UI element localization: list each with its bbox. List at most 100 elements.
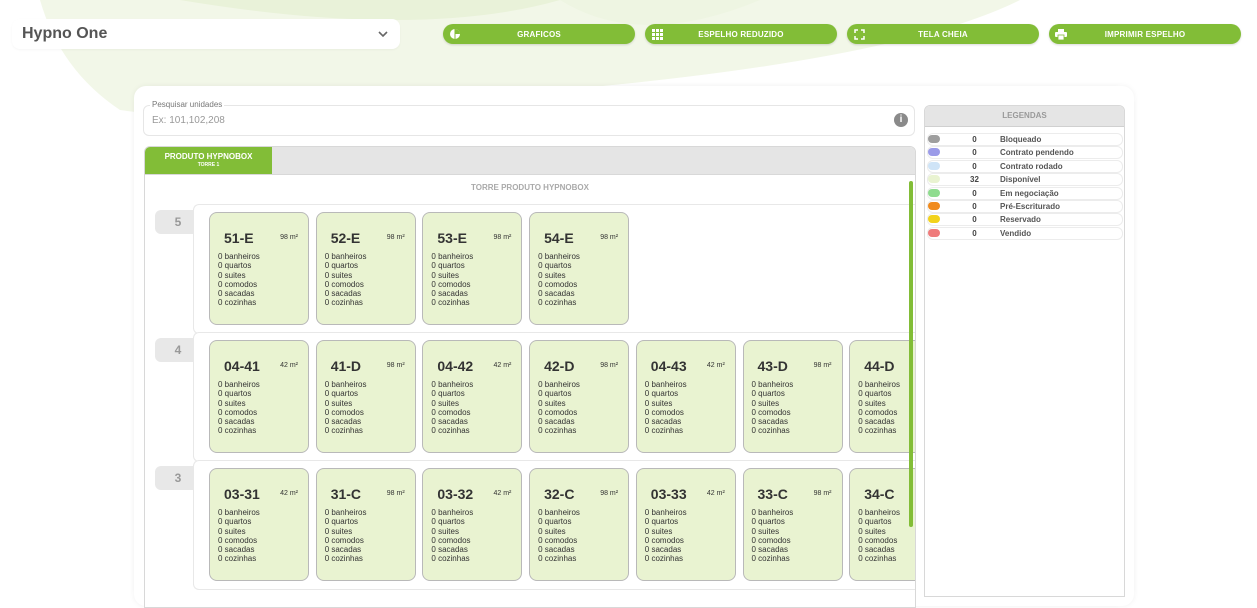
unit-spec: 0 comodos <box>751 407 791 417</box>
unit-card[interactable]: 41-D 98 m² 0 banheiros 0 quartos 0 suites 0 c… <box>315 340 416 453</box>
unit-spec: 0 comodos <box>644 407 684 417</box>
unit-card[interactable]: 54-E 98 m² 0 banheiros 0 quartos 0 suites 0 c… <box>529 212 630 325</box>
unit-spec: 0 quartos <box>218 261 252 271</box>
unit-spec: 0 comodos <box>538 535 578 545</box>
unit-spec: 0 cozinhas <box>324 426 363 436</box>
unit-area: 98 m² <box>813 490 832 497</box>
fullscreen-icon <box>853 28 865 40</box>
unit-spec: 0 sacadas <box>858 417 895 427</box>
project-selector[interactable]: Hypno One <box>12 19 400 49</box>
tela-cheia-button[interactable]: TELA CHEIA <box>847 24 1039 44</box>
unit-spec: 0 comodos <box>324 535 364 545</box>
unit-card[interactable]: 42-D 98 m² 0 banheiros 0 quartos 0 suites 0 c… <box>529 340 630 453</box>
unit-code: 42-D <box>544 358 575 374</box>
espelho-reduzido-button[interactable]: ESPELHO REDUZIDO <box>645 24 837 44</box>
printer-icon <box>1055 28 1067 40</box>
unit-spec: 0 suites <box>324 526 353 536</box>
unit-specs: 0 banheiros 0 quartos 0 suites 0 comodos 0 s… <box>752 508 794 564</box>
search-label: Pesquisar unidades <box>150 100 225 109</box>
unit-card[interactable]: 04-41 42 m² 0 banheiros 0 quartos 0 suites 0 … <box>209 340 309 453</box>
unit-code: 33-C <box>757 486 788 502</box>
unit-card[interactable]: 53-E 98 m² 0 banheiros 0 quartos 0 suites 0 c… <box>422 212 523 325</box>
legend-count: 0 <box>972 202 977 211</box>
unit-spec: 0 suites <box>538 270 566 280</box>
info-icon[interactable]: i <box>894 113 908 127</box>
unit-spec: 0 comodos <box>858 407 898 417</box>
tab-subtitle: TORRE 1 <box>197 162 220 168</box>
tab-produto-hypnobox[interactable]: PRODUTO HYPNOBOX TORRE 1 <box>145 147 272 174</box>
search-input[interactable] <box>152 115 852 126</box>
unit-spec: 0 sacadas <box>538 545 575 555</box>
status-color-swatch <box>928 161 940 170</box>
unit-card[interactable]: 43-D 98 m² 0 banheiros 0 quartos 0 suites 0 c… <box>742 340 843 453</box>
unit-area: 98 m² <box>493 234 512 241</box>
unit-spec: 0 cozinhas <box>538 426 577 436</box>
unit-area: 98 m² <box>386 234 405 241</box>
legend-count: 0 <box>972 148 977 158</box>
legend-count: 32 <box>970 175 979 185</box>
unit-code: 03-31 <box>224 486 260 502</box>
unit-spec: 0 cozinhas <box>218 554 257 564</box>
search-field[interactable]: Pesquisar unidades i <box>143 100 915 136</box>
unit-area: 98 m² <box>386 490 405 497</box>
unit-code: 41-D <box>330 358 362 374</box>
unit-card[interactable]: 33-C 98 m² 0 banheiros 0 quartos 0 suites 0 c… <box>742 468 843 581</box>
unit-code: 04-41 <box>224 358 260 374</box>
unit-spec: 0 banheiros <box>218 252 260 261</box>
unit-specs: 0 banheiros 0 quartos 0 suites 0 comodos 0 s… <box>325 508 367 564</box>
unit-card[interactable]: 04-42 42 m² 0 banheiros 0 quartos 0 suites 0 … <box>422 340 523 453</box>
imprimir-espelho-button[interactable]: IMPRIMIR ESPELHO <box>1049 24 1241 44</box>
unit-card[interactable]: 44-D98 m²0 banheiros0 quartos0 suites0 c… <box>849 340 915 453</box>
unit-card[interactable]: 52-E 98 m² 0 banheiros 0 quartos 0 suites 0 c… <box>315 212 416 325</box>
unit-spec: 0 cozinhas <box>538 554 577 564</box>
unit-spec: 0 quartos <box>538 261 572 271</box>
pie-chart-icon <box>449 28 461 40</box>
unit-card[interactable]: 51-E 98 m² 0 banheiros 0 quartos 0 suites 0 c… <box>209 212 309 325</box>
legend-item: 0 Reservado <box>927 213 1123 227</box>
unit-card[interactable]: 03-32 42 m² 0 banheiros 0 quartos 0 suites 0 … <box>422 468 523 581</box>
status-color-swatch <box>928 228 940 237</box>
unit-code: 03-33 <box>650 486 687 502</box>
unit-spec: 0 quartos <box>644 517 679 527</box>
unit-spec: 0 quartos <box>858 389 892 399</box>
legend-label: Bloqueado <box>1000 135 1042 144</box>
unit-spec: 0 sacadas <box>218 545 255 555</box>
tab-bar: PRODUTO HYPNOBOX TORRE 1 <box>145 147 915 175</box>
unit-spec: 0 sacadas <box>431 289 468 299</box>
unit-spec: 0 comodos <box>324 407 364 417</box>
legend-item: 0 Em negociação <box>927 186 1123 200</box>
legend-label: Disponível <box>1000 175 1041 185</box>
unit-spec: 0 cozinhas <box>858 554 897 564</box>
unit-card[interactable]: 31-C 98 m² 0 banheiros 0 quartos 0 suites 0 c… <box>315 468 416 581</box>
unit-specs: 0 banheiros 0 quartos 0 suites 0 comodos 0 s… <box>218 380 260 436</box>
unit-card[interactable]: 04-43 42 m² 0 banheiros 0 quartos 0 suites 0 … <box>635 340 736 453</box>
unit-spec: 0 suites <box>751 526 780 536</box>
unit-card[interactable]: 03-31 42 m² 0 banheiros 0 quartos 0 suites 0 … <box>209 468 309 581</box>
unit-spec: 0 quartos <box>218 517 252 527</box>
status-color-swatch <box>928 202 940 210</box>
unit-card[interactable]: 34-C98 m²0 banheiros0 quartos0 suites0 c… <box>849 468 915 581</box>
unit-specs: 0 banheiros 0 quartos 0 suites 0 comodos 0 s… <box>645 380 687 436</box>
graficos-button[interactable]: GRAFICOS <box>443 24 635 44</box>
floor-row: 51-E 98 m² 0 banheiros 0 quartos 0 suites 0 c… <box>193 204 915 334</box>
unit-card[interactable]: 03-33 42 m² 0 banheiros 0 quartos 0 suites 0 … <box>635 468 736 581</box>
unit-spec: 0 cozinhas <box>324 554 363 564</box>
unit-spec: 0 sacadas <box>324 545 362 555</box>
status-color-swatch <box>928 148 940 157</box>
unit-spec: 0 banheiros <box>431 380 474 389</box>
unit-spec: 0 suites <box>538 398 566 408</box>
legend-title: LEGENDAS <box>925 106 1124 127</box>
legend-item: 32 Disponível <box>927 173 1123 187</box>
project-name: Hypno One <box>22 25 108 42</box>
unit-spec: 0 banheiros <box>324 252 367 261</box>
unit-spec: 0 banheiros <box>324 508 367 517</box>
unit-spec: 0 quartos <box>218 389 252 399</box>
unit-area: 98 m² <box>600 234 619 241</box>
unit-spec: 0 banheiros <box>218 508 260 517</box>
unit-spec: 0 banheiros <box>644 380 687 389</box>
unit-area: 98 m² <box>280 234 298 241</box>
vertical-scrollbar[interactable] <box>909 181 913 527</box>
unit-spec: 0 sacadas <box>431 545 468 555</box>
unit-card[interactable]: 32-C 98 m² 0 banheiros 0 quartos 0 suites 0 c… <box>529 468 630 581</box>
unit-spec: 0 quartos <box>324 389 359 399</box>
